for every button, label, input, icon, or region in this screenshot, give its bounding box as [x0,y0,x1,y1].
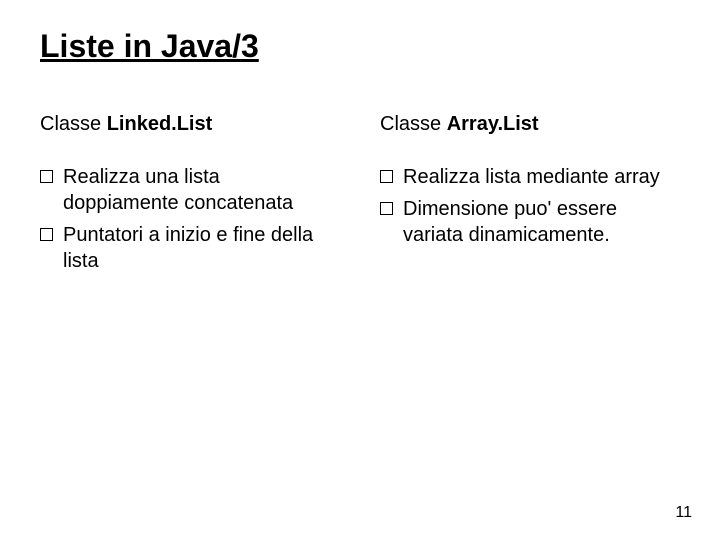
bullet-icon [380,170,393,183]
columns: Classe Linked.List Realizza una lista do… [40,113,680,280]
list-item: Puntatori a inizio e fine della lista [40,222,340,274]
list-item-text: Dimensione puo' essere variata dinamicam… [403,196,680,248]
list-item: Realizza lista mediante array [380,164,680,190]
page-number: 11 [675,504,692,522]
bullet-icon [40,228,53,241]
right-list: Realizza lista mediante array Dimensione… [380,164,680,248]
right-column: Classe Array.List Realizza lista mediant… [380,113,680,280]
list-item-text: Puntatori a inizio e fine della lista [63,222,340,274]
left-column: Classe Linked.List Realizza una lista do… [40,113,340,280]
slide-title: Liste in Java/3 [40,28,680,65]
right-heading-plain: Classe [380,113,447,135]
list-item-text: Realizza lista mediante array [403,164,660,190]
list-item-text: Realizza una lista doppiamente concatena… [63,164,340,216]
left-list: Realizza una lista doppiamente concatena… [40,164,340,274]
right-heading-bold: Array.List [447,113,539,135]
right-heading: Classe Array.List [380,113,680,136]
left-heading-bold: Linked.List [107,113,213,135]
left-heading-plain: Classe [40,113,107,135]
slide: Liste in Java/3 Classe Linked.List Reali… [0,0,720,540]
left-heading: Classe Linked.List [40,113,340,136]
list-item: Dimensione puo' essere variata dinamicam… [380,196,680,248]
list-item: Realizza una lista doppiamente concatena… [40,164,340,216]
bullet-icon [40,170,53,183]
bullet-icon [380,202,393,215]
